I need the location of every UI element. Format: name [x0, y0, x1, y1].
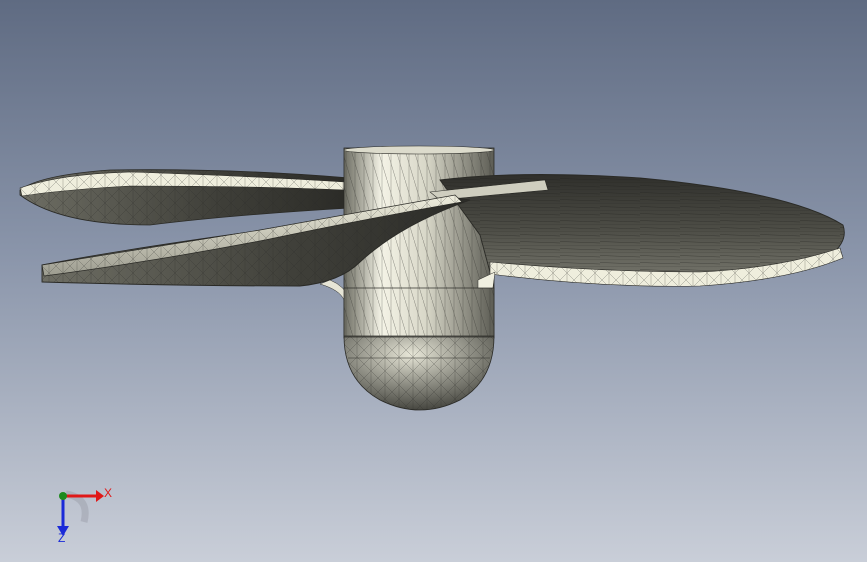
coordinate-triad: X Y Z: [44, 484, 124, 548]
triad-plane-icon: [65, 490, 89, 523]
x-arrowhead-icon: [96, 490, 104, 502]
x-axis-label: X: [104, 486, 113, 500]
hub-dome: [343, 287, 495, 411]
propeller-model[interactable]: [0, 0, 867, 562]
z-axis-label: Z: [58, 531, 66, 545]
blade-right: [429, 174, 845, 299]
graphics-viewport[interactable]: X Y Z: [0, 0, 867, 562]
blade-upper-left: [19, 169, 351, 226]
y-axis-dot-icon: [59, 492, 67, 500]
